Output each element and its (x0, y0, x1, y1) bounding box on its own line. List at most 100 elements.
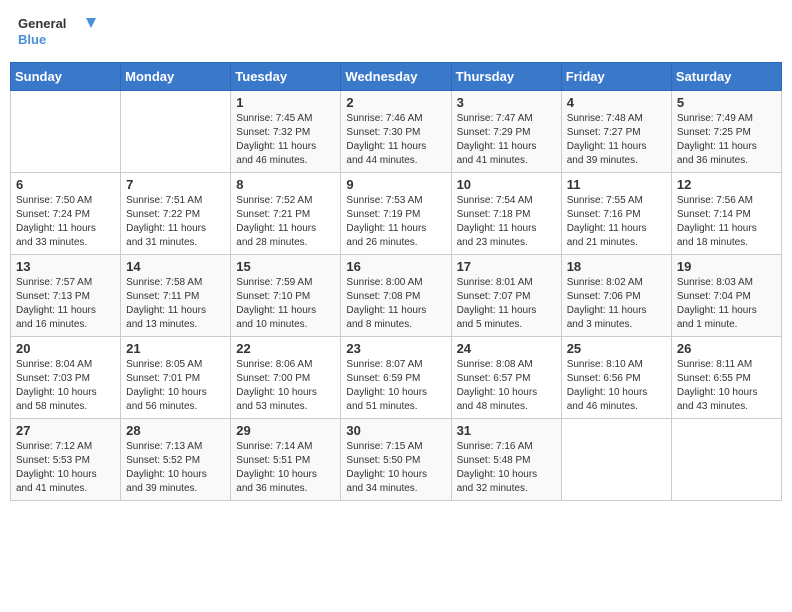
calendar-cell: 6 Sunrise: 7:50 AM Sunset: 7:24 PM Daylig… (11, 173, 121, 255)
week-row-4: 20 Sunrise: 8:04 AM Sunset: 7:03 PM Dayli… (11, 337, 782, 419)
calendar-cell: 12Sunrise: 7:56 AM Sunset: 7:14 PM Dayli… (671, 173, 781, 255)
day-info: Sunrise: 8:01 AM Sunset: 7:07 PM Dayligh… (457, 276, 556, 332)
calendar-cell: 5 Sunrise: 7:49 AM Sunset: 7:25 PM Daylig… (671, 91, 781, 173)
day-number: 4 (567, 95, 666, 110)
day-info: Sunrise: 8:05 AM Sunset: 7:01 PM Dayligh… (126, 358, 225, 414)
calendar-cell: 30Sunrise: 7:15 AM Sunset: 5:50 PM Dayli… (341, 419, 451, 501)
day-info: Sunrise: 7:49 AM Sunset: 7:25 PM Dayligh… (677, 112, 776, 168)
day-info: Sunrise: 7:48 AM Sunset: 7:27 PM Dayligh… (567, 112, 666, 168)
calendar-cell: 10 Sunrise: 7:54 AM Sunset: 7:18 PM Dayli… (451, 173, 561, 255)
calendar-cell: 3Sunrise: 7:47 AM Sunset: 7:29 PM Daylig… (451, 91, 561, 173)
calendar-body: 1 Sunrise: 7:45 AM Sunset: 7:32 PM Daylig… (11, 91, 782, 501)
day-info: Sunrise: 7:56 AM Sunset: 7:14 PM Dayligh… (677, 194, 776, 250)
day-header-friday: Friday (561, 63, 671, 91)
calendar-cell (121, 91, 231, 173)
calendar-cell: 9 Sunrise: 7:53 AM Sunset: 7:19 PM Daylig… (341, 173, 451, 255)
day-number: 18 (567, 259, 666, 274)
day-header-sunday: Sunday (11, 63, 121, 91)
day-number: 5 (677, 95, 776, 110)
day-info: Sunrise: 7:51 AM Sunset: 7:22 PM Dayligh… (126, 194, 225, 250)
day-number: 17 (457, 259, 556, 274)
day-number: 3 (457, 95, 556, 110)
calendar-cell: 16Sunrise: 8:00 AM Sunset: 7:08 PM Dayli… (341, 255, 451, 337)
calendar-cell: 17 Sunrise: 8:01 AM Sunset: 7:07 PM Dayli… (451, 255, 561, 337)
day-number: 27 (16, 423, 115, 438)
calendar-cell: 2 Sunrise: 7:46 AM Sunset: 7:30 PM Daylig… (341, 91, 451, 173)
day-info: Sunrise: 7:58 AM Sunset: 7:11 PM Dayligh… (126, 276, 225, 332)
day-number: 24 (457, 341, 556, 356)
day-number: 28 (126, 423, 225, 438)
calendar-cell: 18Sunrise: 8:02 AM Sunset: 7:06 PM Dayli… (561, 255, 671, 337)
day-header-monday: Monday (121, 63, 231, 91)
calendar-cell (671, 419, 781, 501)
logo: General Blue (18, 14, 98, 50)
day-number: 9 (346, 177, 445, 192)
calendar-cell: 24 Sunrise: 8:08 AM Sunset: 6:57 PM Dayli… (451, 337, 561, 419)
day-number: 20 (16, 341, 115, 356)
day-number: 11 (567, 177, 666, 192)
calendar-cell: 19 Sunrise: 8:03 AM Sunset: 7:04 PM Dayli… (671, 255, 781, 337)
day-info: Sunrise: 7:52 AM Sunset: 7:21 PM Dayligh… (236, 194, 335, 250)
day-number: 19 (677, 259, 776, 274)
calendar-cell: 22 Sunrise: 8:06 AM Sunset: 7:00 PM Dayli… (231, 337, 341, 419)
day-info: Sunrise: 7:50 AM Sunset: 7:24 PM Dayligh… (16, 194, 115, 250)
day-number: 8 (236, 177, 335, 192)
day-header-wednesday: Wednesday (341, 63, 451, 91)
day-number: 31 (457, 423, 556, 438)
week-row-5: 27 Sunrise: 7:12 AM Sunset: 5:53 PM Dayli… (11, 419, 782, 501)
day-info: Sunrise: 8:06 AM Sunset: 7:00 PM Dayligh… (236, 358, 335, 414)
day-info: Sunrise: 8:03 AM Sunset: 7:04 PM Dayligh… (677, 276, 776, 332)
calendar-cell: 14 Sunrise: 7:58 AM Sunset: 7:11 PM Dayli… (121, 255, 231, 337)
week-row-1: 1 Sunrise: 7:45 AM Sunset: 7:32 PM Daylig… (11, 91, 782, 173)
calendar-cell: 1 Sunrise: 7:45 AM Sunset: 7:32 PM Daylig… (231, 91, 341, 173)
calendar-cell: 4 Sunrise: 7:48 AM Sunset: 7:27 PM Daylig… (561, 91, 671, 173)
calendar-cell: 21 Sunrise: 8:05 AM Sunset: 7:01 PM Dayli… (121, 337, 231, 419)
calendar-cell: 15Sunrise: 7:59 AM Sunset: 7:10 PM Dayli… (231, 255, 341, 337)
day-info: Sunrise: 7:16 AM Sunset: 5:48 PM Dayligh… (457, 440, 556, 496)
logo-svg: General Blue (18, 14, 98, 50)
calendar-cell: 27 Sunrise: 7:12 AM Sunset: 5:53 PM Dayli… (11, 419, 121, 501)
day-number: 1 (236, 95, 335, 110)
day-info: Sunrise: 7:59 AM Sunset: 7:10 PM Dayligh… (236, 276, 335, 332)
svg-text:Blue: Blue (18, 32, 46, 47)
day-number: 23 (346, 341, 445, 356)
day-info: Sunrise: 7:53 AM Sunset: 7:19 PM Dayligh… (346, 194, 445, 250)
day-info: Sunrise: 7:14 AM Sunset: 5:51 PM Dayligh… (236, 440, 335, 496)
day-info: Sunrise: 7:54 AM Sunset: 7:18 PM Dayligh… (457, 194, 556, 250)
calendar-cell: 31 Sunrise: 7:16 AM Sunset: 5:48 PM Dayli… (451, 419, 561, 501)
day-info: Sunrise: 7:46 AM Sunset: 7:30 PM Dayligh… (346, 112, 445, 168)
day-number: 26 (677, 341, 776, 356)
day-info: Sunrise: 7:15 AM Sunset: 5:50 PM Dayligh… (346, 440, 445, 496)
day-number: 13 (16, 259, 115, 274)
day-header-tuesday: Tuesday (231, 63, 341, 91)
day-info: Sunrise: 7:12 AM Sunset: 5:53 PM Dayligh… (16, 440, 115, 496)
day-info: Sunrise: 8:08 AM Sunset: 6:57 PM Dayligh… (457, 358, 556, 414)
day-info: Sunrise: 7:45 AM Sunset: 7:32 PM Dayligh… (236, 112, 335, 168)
day-info: Sunrise: 8:00 AM Sunset: 7:08 PM Dayligh… (346, 276, 445, 332)
page-header: General Blue (10, 10, 782, 54)
day-info: Sunrise: 8:10 AM Sunset: 6:56 PM Dayligh… (567, 358, 666, 414)
day-number: 25 (567, 341, 666, 356)
day-number: 29 (236, 423, 335, 438)
day-number: 22 (236, 341, 335, 356)
calendar-cell: 25 Sunrise: 8:10 AM Sunset: 6:56 PM Dayli… (561, 337, 671, 419)
calendar-header-row: SundayMondayTuesdayWednesdayThursdayFrid… (11, 63, 782, 91)
day-number: 2 (346, 95, 445, 110)
day-info: Sunrise: 8:04 AM Sunset: 7:03 PM Dayligh… (16, 358, 115, 414)
calendar-cell: 29 Sunrise: 7:14 AM Sunset: 5:51 PM Dayli… (231, 419, 341, 501)
day-number: 21 (126, 341, 225, 356)
calendar-table: SundayMondayTuesdayWednesdayThursdayFrid… (10, 62, 782, 501)
day-header-saturday: Saturday (671, 63, 781, 91)
calendar-cell: 26 Sunrise: 8:11 AM Sunset: 6:55 PM Dayli… (671, 337, 781, 419)
day-number: 14 (126, 259, 225, 274)
day-number: 10 (457, 177, 556, 192)
calendar-cell: 23Sunrise: 8:07 AM Sunset: 6:59 PM Dayli… (341, 337, 451, 419)
day-info: Sunrise: 8:11 AM Sunset: 6:55 PM Dayligh… (677, 358, 776, 414)
day-number: 6 (16, 177, 115, 192)
calendar-cell: 28 Sunrise: 7:13 AM Sunset: 5:52 PM Dayli… (121, 419, 231, 501)
day-info: Sunrise: 7:57 AM Sunset: 7:13 PM Dayligh… (16, 276, 115, 332)
calendar-cell: 13 Sunrise: 7:57 AM Sunset: 7:13 PM Dayli… (11, 255, 121, 337)
day-info: Sunrise: 7:13 AM Sunset: 5:52 PM Dayligh… (126, 440, 225, 496)
day-number: 7 (126, 177, 225, 192)
calendar-cell: 8 Sunrise: 7:52 AM Sunset: 7:21 PM Daylig… (231, 173, 341, 255)
